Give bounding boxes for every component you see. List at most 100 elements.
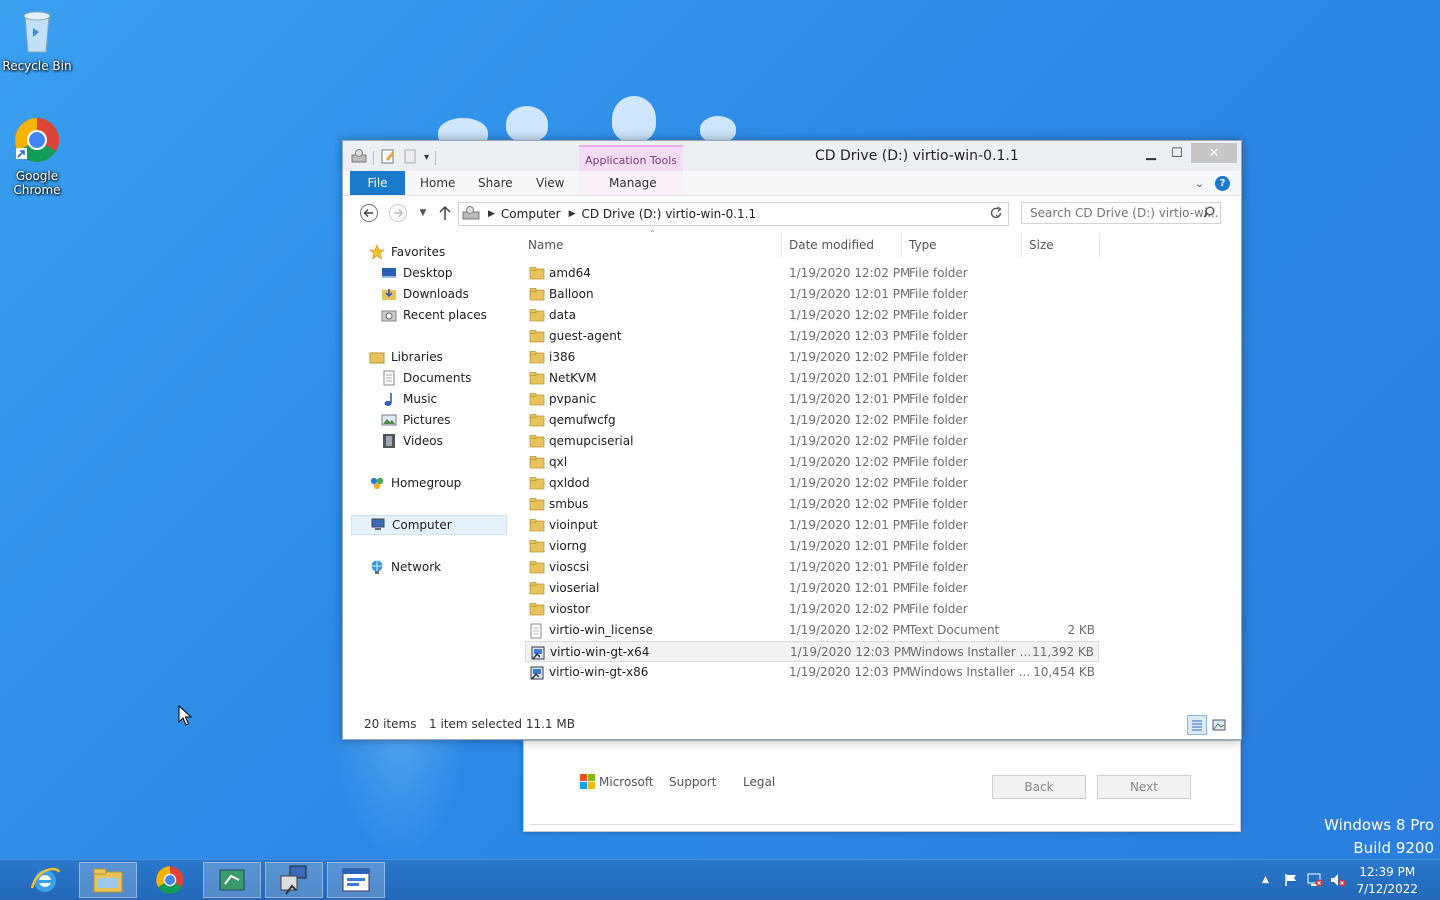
taskbar-setup-app[interactable] <box>265 862 323 898</box>
desktop-icon-chrome[interactable]: Google Chrome <box>0 116 77 197</box>
forward-nav-button[interactable] <box>388 203 408 223</box>
file-name: pvpanic <box>549 392 597 406</box>
column-separator[interactable] <box>901 233 902 257</box>
column-separator[interactable] <box>1021 233 1022 257</box>
taskbar: ▲ 12:39 PM 7/12/2022 <box>0 859 1440 900</box>
file-row[interactable]: pvpanic 1/19/2020 12:01 PM File folder <box>525 389 1099 410</box>
column-header-size[interactable]: Size <box>1029 233 1054 257</box>
file-date-modified: 1/19/2020 12:01 PM <box>789 518 911 532</box>
close-button[interactable]: ✕ <box>1191 143 1237 163</box>
tab-manage[interactable]: Manage <box>609 171 657 195</box>
expand-ribbon-button[interactable]: ⌄ <box>1195 171 1204 195</box>
minimize-button[interactable]: ▁ <box>1139 143 1163 163</box>
file-row[interactable]: NetKVM 1/19/2020 12:01 PM File folder <box>525 368 1099 389</box>
file-row[interactable]: qemupciserial 1/19/2020 12:02 PM File fold… <box>525 431 1099 452</box>
back-nav-button[interactable] <box>359 203 379 223</box>
nav-computer[interactable]: Computer <box>351 515 507 535</box>
desktop-icon-recycle-bin[interactable]: Recycle Bin <box>0 6 77 73</box>
system-clock[interactable]: 12:39 PM 7/12/2022 <box>1356 864 1418 898</box>
column-header-name[interactable]: Name <box>528 233 563 257</box>
title-bar[interactable]: ▾ Application Tools CD Drive (D:) virtio… <box>343 141 1241 173</box>
show-hidden-icons-button[interactable]: ▲ <box>1262 860 1269 900</box>
properties-icon[interactable] <box>380 148 396 167</box>
column-separator[interactable] <box>781 233 782 257</box>
file-row[interactable]: guest-agent 1/19/2020 12:03 PM File folder <box>525 326 1099 347</box>
file-row[interactable]: virtio-win-gt-x86 1/19/2020 12:03 PM Windo… <box>525 662 1099 683</box>
nav-label: Recent places <box>403 308 487 322</box>
nav-label: Network <box>391 560 442 574</box>
file-type: File folder <box>909 434 968 448</box>
file-row[interactable]: amd64 1/19/2020 12:02 PM File folder <box>525 263 1099 284</box>
taskbar-window-app[interactable] <box>327 862 385 898</box>
tab-home[interactable]: Home <box>420 171 455 195</box>
column-separator[interactable] <box>1099 233 1100 257</box>
nav-favorites[interactable]: Favorites <box>369 242 445 262</box>
tab-share[interactable]: Share <box>478 171 513 195</box>
breadcrumb-computer[interactable]: Computer <box>501 207 561 221</box>
network-tray[interactable] <box>1307 860 1323 900</box>
file-row[interactable]: viorng 1/19/2020 12:01 PM File folder <box>525 536 1099 557</box>
nav-downloads[interactable]: Downloads <box>381 284 469 304</box>
recycle-bin-icon <box>0 6 77 57</box>
taskbar-file-explorer[interactable] <box>79 862 137 898</box>
taskbar-chrome[interactable] <box>141 862 199 898</box>
up-button[interactable] <box>435 203 455 223</box>
ribbon-tabs: File Home Share View Manage ⌄ ? <box>343 171 1241 196</box>
file-row[interactable]: vioserial 1/19/2020 12:01 PM File folder <box>525 578 1099 599</box>
search-input[interactable] <box>1021 202 1221 224</box>
nav-label: Music <box>403 392 438 406</box>
maximize-button[interactable]: ☐ <box>1165 143 1189 163</box>
microsoft-logo: Microsoft <box>580 774 654 789</box>
support-link[interactable]: Support <box>669 775 716 789</box>
file-row[interactable]: qemufwcfg 1/19/2020 12:02 PM File folder <box>525 410 1099 431</box>
tab-file[interactable]: File <box>350 171 405 195</box>
file-row[interactable]: i386 1/19/2020 12:02 PM File folder <box>525 347 1099 368</box>
nav-documents[interactable]: Documents <box>381 368 471 388</box>
file-row[interactable]: Balloon 1/19/2020 12:01 PM File folder <box>525 284 1099 305</box>
details-view-button[interactable] <box>1187 715 1207 735</box>
recent-locations-button[interactable]: ▼ <box>413 203 433 223</box>
file-row[interactable]: qxldod 1/19/2020 12:02 PM File folder <box>525 473 1099 494</box>
nav-homegroup[interactable]: Homegroup <box>369 473 461 493</box>
nav-label: Downloads <box>403 287 469 301</box>
taskbar-installer-app[interactable] <box>203 862 261 898</box>
tab-view[interactable]: View <box>536 171 564 195</box>
chevron-down-icon[interactable]: ▾ <box>424 152 429 163</box>
breadcrumb-cd-drive[interactable]: CD Drive (D:) virtio-win-0.1.1 <box>582 207 757 221</box>
nav-pictures[interactable]: Pictures <box>381 410 451 430</box>
drive-icon[interactable] <box>351 149 367 166</box>
address-bar[interactable]: ▶ Computer ▶ CD Drive (D:) virtio-win-0.… <box>458 202 1009 226</box>
taskbar-internet-explorer[interactable] <box>16 862 74 898</box>
file-date-modified: 1/19/2020 12:01 PM <box>789 371 911 385</box>
desktop-folder-icon <box>381 265 397 281</box>
file-row[interactable]: data 1/19/2020 12:02 PM File folder <box>525 305 1099 326</box>
next-button[interactable]: Next <box>1097 775 1191 799</box>
file-row[interactable]: viostor 1/19/2020 12:02 PM File folder <box>525 599 1099 620</box>
file-row[interactable]: qxl 1/19/2020 12:02 PM File folder <box>525 452 1099 473</box>
nav-music[interactable]: Music <box>381 389 437 409</box>
nav-videos[interactable]: Videos <box>381 431 443 451</box>
nav-libraries[interactable]: Libraries <box>369 347 443 367</box>
volume-tray[interactable] <box>1330 860 1346 900</box>
nav-network[interactable]: Network <box>369 557 441 577</box>
help-button[interactable]: ? <box>1215 171 1230 195</box>
desktop-icon-label: Google Chrome <box>13 169 61 197</box>
legal-link[interactable]: Legal <box>743 775 775 789</box>
column-header-date-modified[interactable]: Date modified <box>789 233 874 257</box>
file-row[interactable]: smbus 1/19/2020 12:02 PM File folder <box>525 494 1099 515</box>
file-row[interactable]: virtio-win_license 1/19/2020 12:02 PM Text… <box>525 620 1099 641</box>
file-row[interactable]: virtio-win-gt-x64 1/19/2020 12:03 PM Windo… <box>525 641 1099 662</box>
file-row[interactable]: vioinput 1/19/2020 12:01 PM File folder <box>525 515 1099 536</box>
nav-recent-places[interactable]: Recent places <box>381 305 487 325</box>
nav-label: Computer <box>392 518 452 532</box>
file-row[interactable]: vioscsi 1/19/2020 12:01 PM File folder <box>525 557 1099 578</box>
nav-label: Libraries <box>391 350 443 364</box>
refresh-button[interactable] <box>986 203 1006 223</box>
new-folder-icon[interactable] <box>402 148 418 167</box>
action-center-tray[interactable] <box>1284 860 1298 900</box>
back-button[interactable]: Back <box>992 775 1086 799</box>
nav-desktop[interactable]: Desktop <box>381 263 453 283</box>
large-icons-view-button[interactable] <box>1209 715 1229 735</box>
downloads-folder-icon <box>381 286 397 302</box>
column-header-type[interactable]: Type <box>909 233 937 257</box>
